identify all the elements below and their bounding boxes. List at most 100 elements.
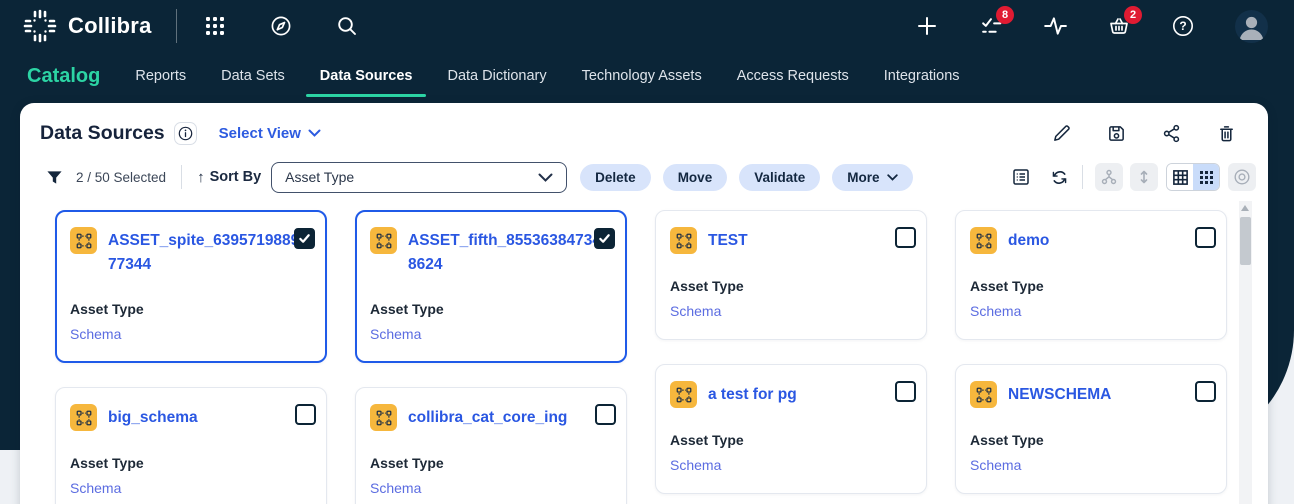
asset-checkbox[interactable] [1195,227,1216,248]
delete-button[interactable]: Delete [580,164,651,191]
help-icon[interactable]: ? [1171,14,1195,38]
validate-button[interactable]: Validate [739,164,820,191]
asset-card-grid: ASSET_spite_6395719889977344 Asset Type … [20,210,1268,504]
tab-integrations[interactable]: Integrations [882,52,962,100]
asset-checkbox[interactable] [895,381,916,402]
asset-type-label: Asset Type [370,301,612,317]
catalog-subnav: Catalog Reports Data Sets Data Sources D… [0,52,1294,100]
user-avatar[interactable] [1235,10,1268,43]
apps-waffle-icon[interactable] [203,14,227,38]
top-navbar: Collibra [0,0,1294,52]
vertical-scrollbar[interactable] [1239,201,1252,504]
schema-asset-icon [370,227,397,254]
app-title-catalog[interactable]: Catalog [27,52,100,100]
asset-checkbox[interactable] [294,228,315,249]
chevron-down-icon [887,174,898,181]
toolbar-divider [181,165,182,189]
tab-reports[interactable]: Reports [133,52,188,100]
filter-icon[interactable] [45,168,63,186]
tab-data-sets[interactable]: Data Sets [219,52,287,100]
tab-technology-assets[interactable]: Technology Assets [580,52,704,100]
asset-checkbox[interactable] [295,404,316,425]
asset-title-link[interactable]: big_schema [108,404,310,430]
activity-pulse-icon[interactable] [1043,14,1067,38]
add-plus-icon[interactable] [915,14,939,38]
schema-asset-icon [970,227,997,254]
tab-data-dictionary[interactable]: Data Dictionary [445,52,548,100]
asset-title-link[interactable]: a test for pg [708,381,910,407]
asset-checkbox[interactable] [594,228,615,249]
info-icon[interactable] [174,122,197,145]
asset-card[interactable]: demo Asset Type Schema [955,210,1227,340]
asset-type-label: Asset Type [970,432,1212,448]
check-icon [298,232,311,245]
asset-checkbox[interactable] [895,227,916,248]
asset-card[interactable]: ASSET_spite_6395719889977344 Asset Type … [55,210,327,363]
check-icon [598,232,611,245]
asset-type-value[interactable]: Schema [670,303,912,319]
asset-type-value[interactable]: Schema [670,457,912,473]
schema-asset-icon [970,381,997,408]
report-list-icon[interactable] [1010,166,1032,188]
asset-card[interactable]: collibra_cat_core_ing Asset Type Schema [355,387,627,504]
trash-icon[interactable] [1216,123,1236,143]
basket-icon[interactable]: 2 [1107,14,1131,38]
edit-pencil-icon[interactable] [1051,123,1071,143]
share-icon[interactable] [1161,123,1181,143]
scrollbar-thumb[interactable] [1240,217,1251,265]
selection-count: 2 / 50 Selected [76,170,166,185]
asset-checkbox[interactable] [1195,381,1216,402]
refresh-icon[interactable] [1048,166,1070,188]
sort-field-select[interactable]: Asset Type [271,162,567,193]
asset-card[interactable]: TEST Asset Type Schema [655,210,927,340]
asset-type-value[interactable]: Schema [70,480,312,496]
asset-card[interactable]: big_schema Asset Type Schema [55,387,327,504]
preview-eye-button[interactable] [1228,163,1256,191]
asset-type-value[interactable]: Schema [970,457,1212,473]
page-title: Data Sources [40,122,165,145]
tab-access-requests[interactable]: Access Requests [735,52,851,100]
asset-title-link[interactable]: demo [1008,227,1210,253]
chevron-down-icon [308,129,321,137]
sort-by-label[interactable]: ↑ Sort By [197,169,261,186]
table-view-button[interactable] [1167,164,1193,190]
select-view-dropdown[interactable]: Select View [219,125,321,142]
tasks-icon[interactable]: 8 [979,14,1003,38]
tasks-badge: 8 [996,6,1014,24]
asset-title-link[interactable]: NEWSCHEMA [1008,381,1210,407]
tab-data-sources[interactable]: Data Sources [318,52,415,100]
asset-card[interactable]: ASSET_fifth_8553638473498624 Asset Type … [355,210,627,363]
asset-title-link[interactable]: ASSET_spite_6395719889977344 [108,227,310,277]
save-icon[interactable] [1106,123,1126,143]
hierarchy-view-button[interactable] [1095,163,1123,191]
asset-card[interactable]: a test for pg Asset Type Schema [655,364,927,494]
view-mode-switcher [1166,163,1220,191]
search-icon[interactable] [335,14,359,38]
sort-field-value: Asset Type [285,169,354,185]
brand-name: Collibra [68,13,152,39]
browse-compass-icon[interactable] [269,14,293,38]
move-button[interactable]: Move [663,164,728,191]
asset-title-link[interactable]: collibra_cat_core_ing [408,404,610,430]
asset-type-label: Asset Type [670,278,912,294]
asset-type-label: Asset Type [70,455,312,471]
more-button[interactable]: More [832,164,912,191]
asset-title-link[interactable]: TEST [708,227,910,253]
collibra-logo[interactable]: Collibra [22,8,152,44]
collibra-logo-icon [22,8,58,44]
tile-view-button[interactable] [1193,164,1219,190]
asset-type-value[interactable]: Schema [370,326,612,342]
asset-type-value[interactable]: Schema [970,303,1212,319]
row-height-button[interactable] [1130,163,1158,191]
asset-card[interactable]: NEWSCHEMA Asset Type Schema [955,364,1227,494]
scrollbar-up-arrow[interactable] [1241,205,1249,211]
asset-type-label: Asset Type [370,455,612,471]
asset-checkbox[interactable] [595,404,616,425]
nav-divider [176,9,177,43]
asset-type-value[interactable]: Schema [70,326,312,342]
asset-type-value[interactable]: Schema [370,480,612,496]
asset-title-link[interactable]: ASSET_fifth_8553638473498624 [408,227,610,277]
asset-type-label: Asset Type [70,301,312,317]
schema-asset-icon [70,227,97,254]
asset-type-label: Asset Type [970,278,1212,294]
